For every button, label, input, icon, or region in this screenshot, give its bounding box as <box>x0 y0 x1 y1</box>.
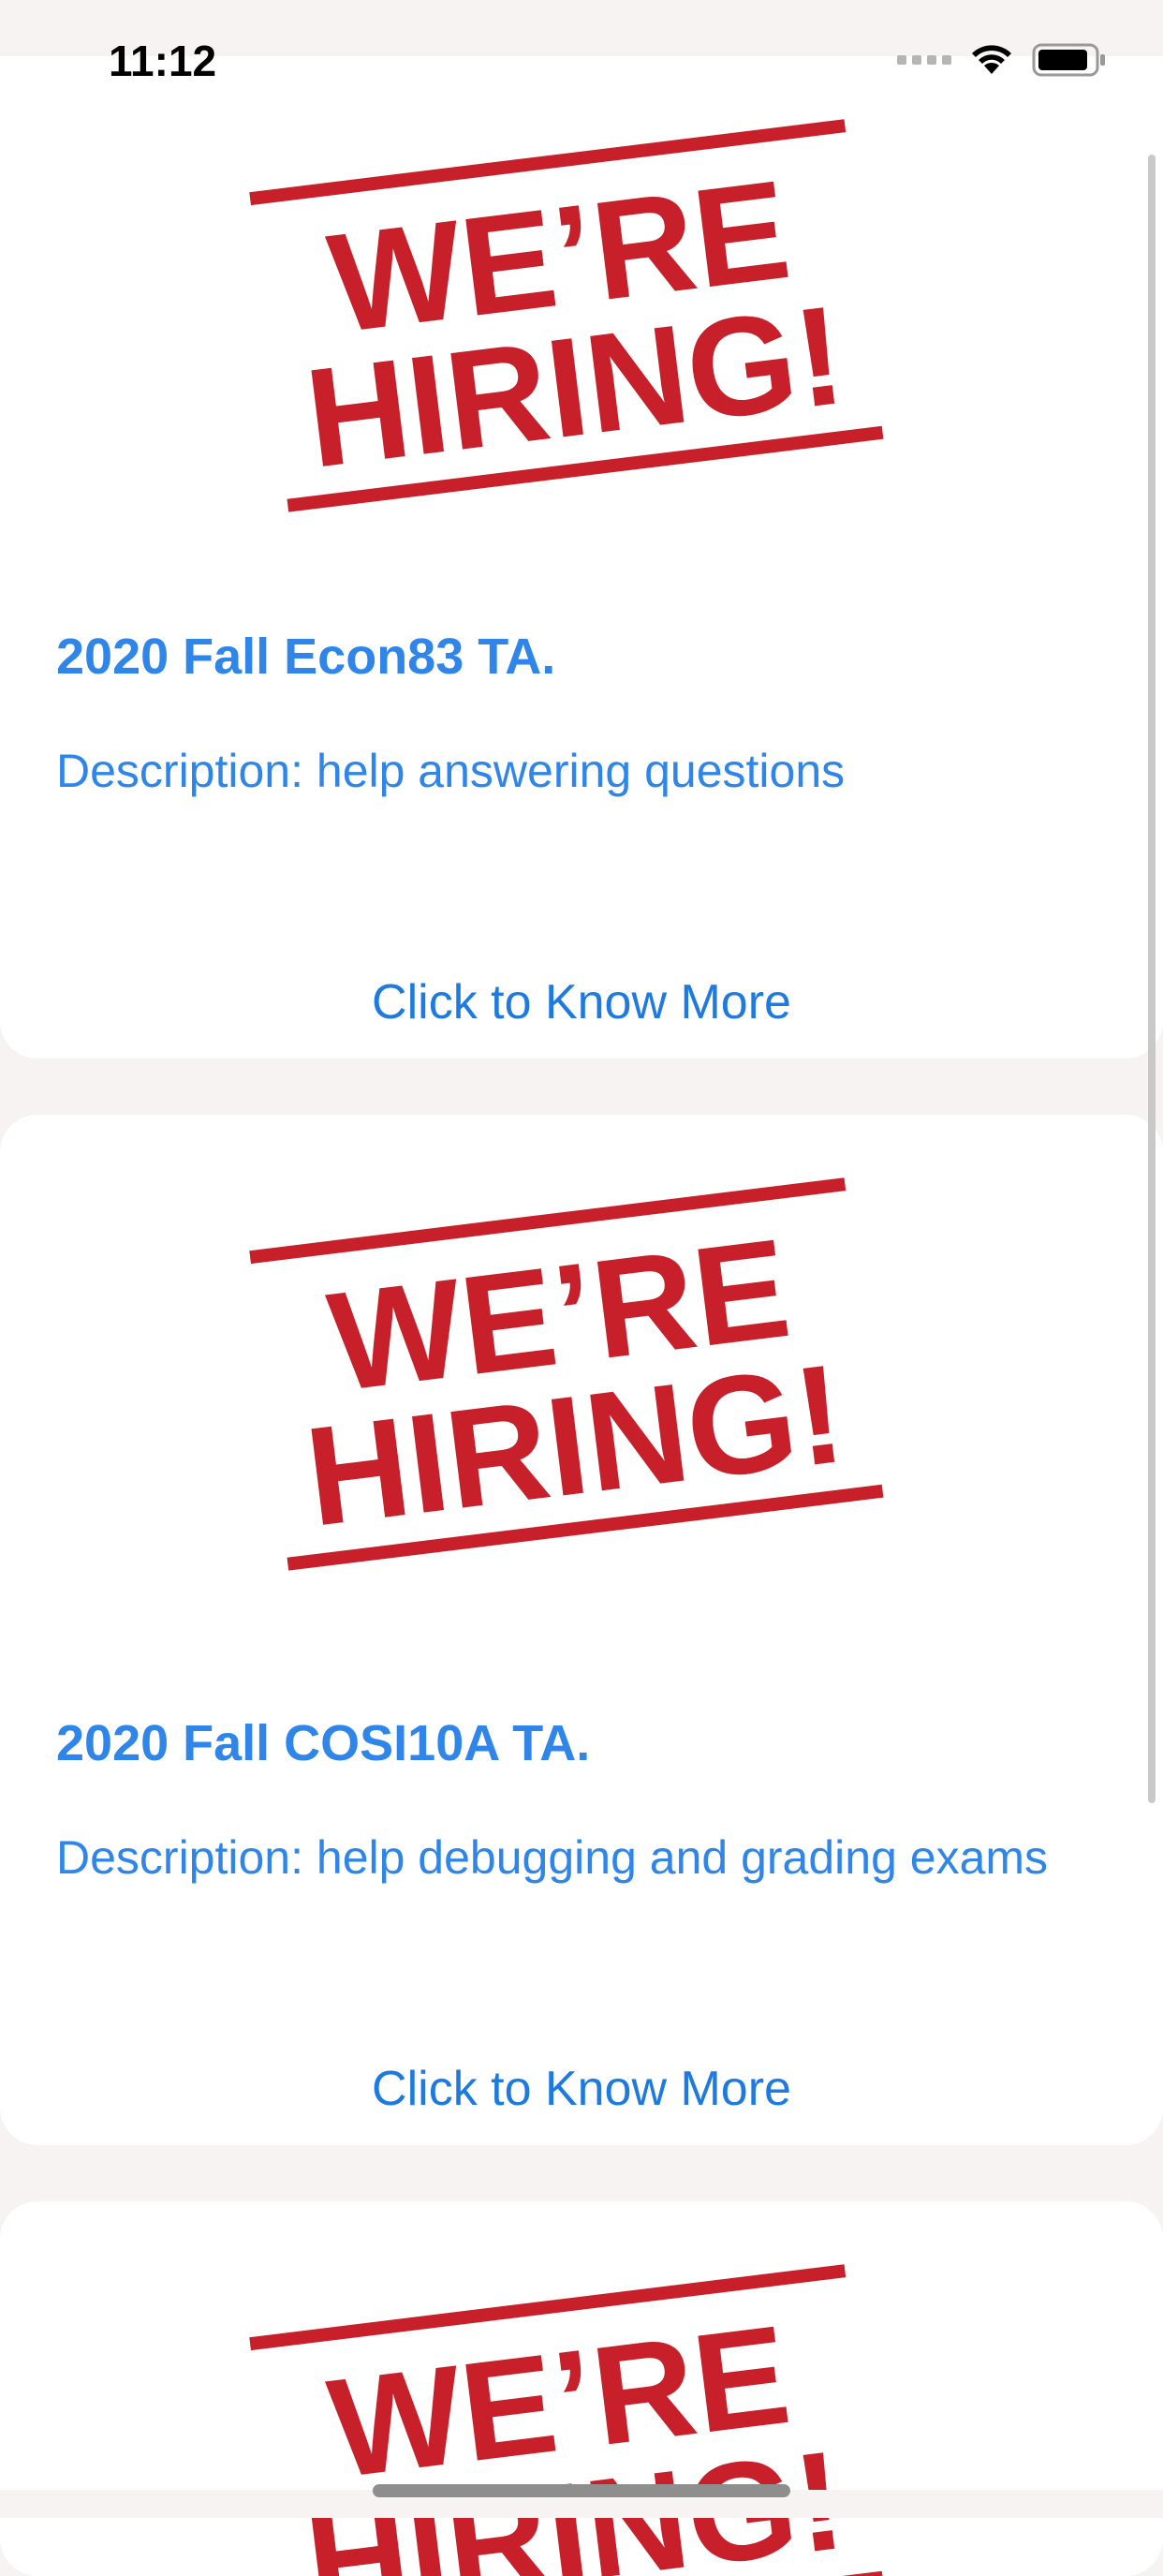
job-card[interactable]: WE’RE HIRING! <box>0 2201 1163 2576</box>
job-description: Description: help answering questions <box>56 745 846 797</box>
hiring-stamp-image: WE’RE HIRING! <box>249 2264 884 2576</box>
know-more-button[interactable]: Click to Know More <box>0 974 1163 1030</box>
signal-icon <box>897 55 951 65</box>
know-more-button[interactable]: Click to Know More <box>0 2061 1163 2117</box>
hiring-stamp-image: WE’RE HIRING! <box>249 119 884 512</box>
scrollbar[interactable] <box>1148 155 1156 1803</box>
wifi-icon <box>970 44 1013 76</box>
job-title: 2020 Fall Econ83 TA. <box>56 629 556 685</box>
status-bar: 11:12 <box>0 0 1163 85</box>
job-card[interactable]: WE’RE HIRING! 2020 Fall COSI10A TA. Desc… <box>0 1115 1163 2145</box>
job-description: Description: help debugging and grading … <box>56 1831 1049 1884</box>
battery-icon <box>1032 43 1107 77</box>
status-time: 11:12 <box>109 37 217 85</box>
hiring-stamp-image: WE’RE HIRING! <box>249 1177 884 1571</box>
job-title: 2020 Fall COSI10A TA. <box>56 1715 591 1771</box>
status-icons <box>897 43 1107 77</box>
job-card[interactable]: WE’RE HIRING! 2020 Fall Econ83 TA. Descr… <box>0 28 1163 1059</box>
home-indicator[interactable] <box>373 2484 790 2497</box>
job-list[interactable]: WE’RE HIRING! 2020 Fall Econ83 TA. Descr… <box>0 28 1163 2576</box>
